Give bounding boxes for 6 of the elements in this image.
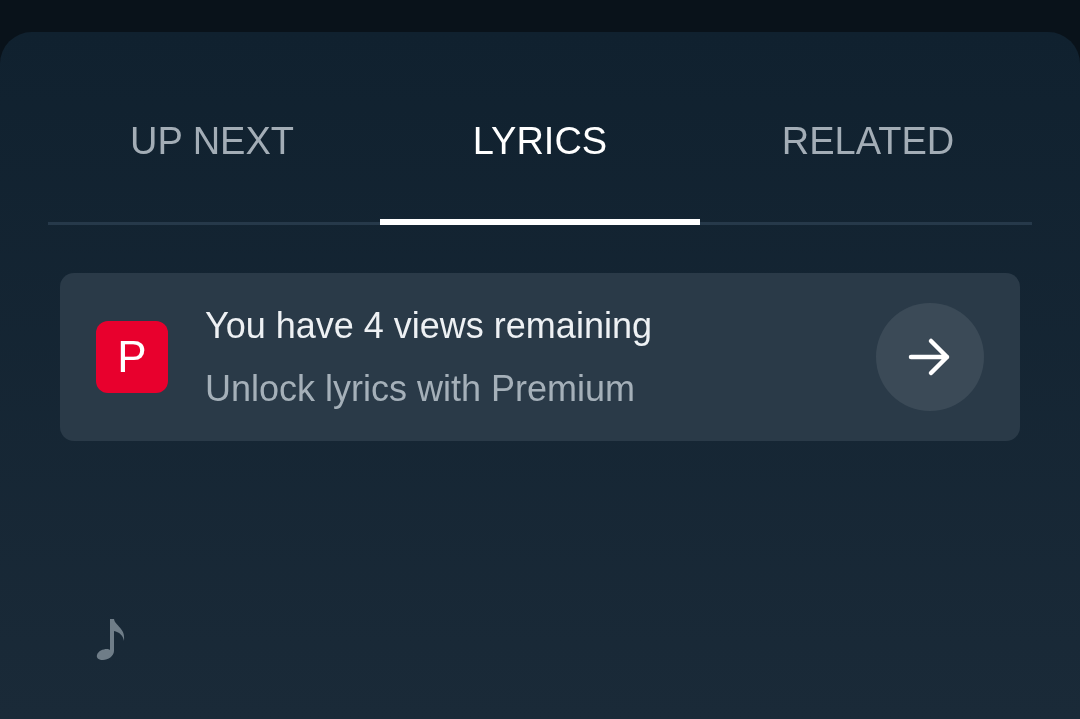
promo-subtitle: Unlock lyrics with Premium: [205, 367, 637, 411]
tab[interactable]: RELATED: [708, 94, 1028, 225]
promo-title: You have 4 views remaining: [205, 304, 653, 348]
tab[interactable]: LYRICS: [380, 94, 700, 225]
premium-logo-icon: P: [96, 321, 168, 393]
tab[interactable]: UP NEXT: [52, 94, 372, 225]
